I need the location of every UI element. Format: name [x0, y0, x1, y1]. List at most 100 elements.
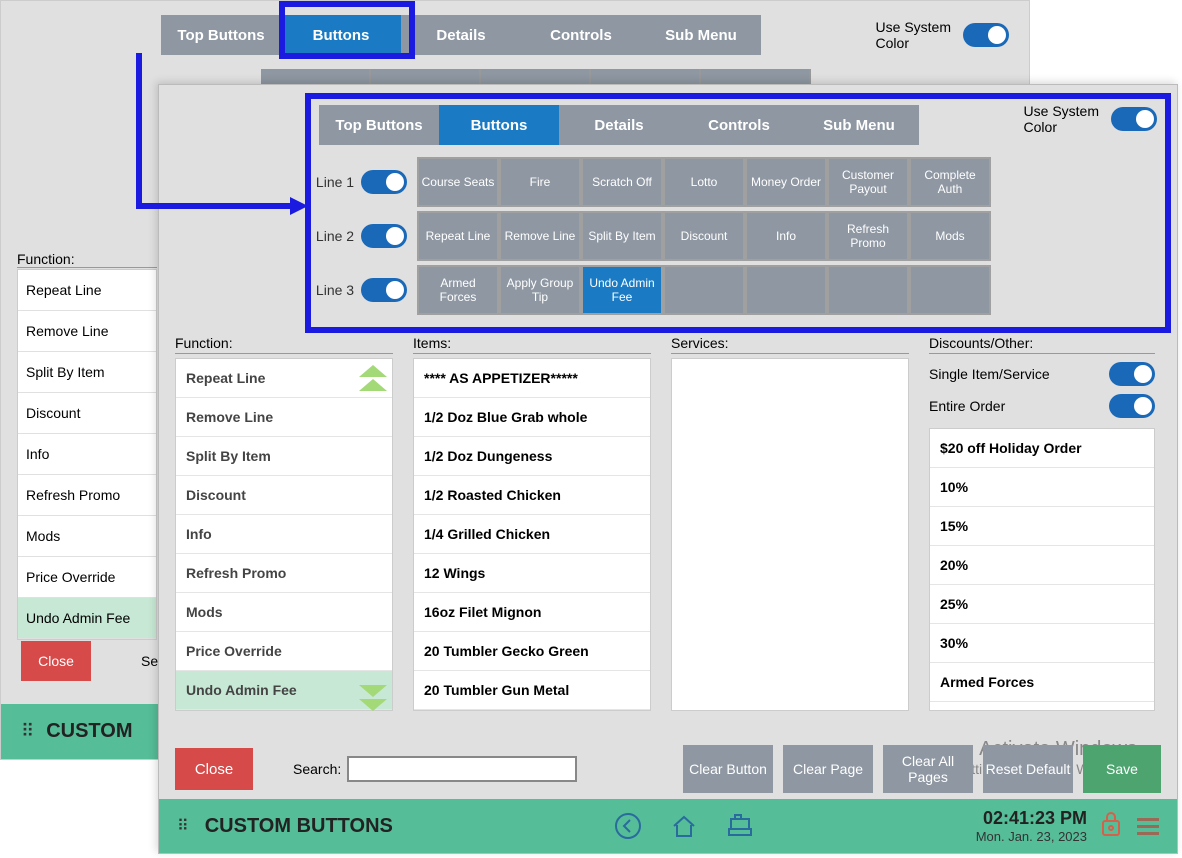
list-item[interactable]: 15% [930, 507, 1154, 546]
home-icon[interactable] [667, 809, 701, 843]
list-item[interactable]: Info [176, 515, 392, 554]
use-system-color-label: Use System Color [876, 19, 951, 51]
grid-button[interactable]: Armed Forces [417, 265, 499, 315]
grid-button[interactable]: Scratch Off [581, 157, 663, 207]
tab-controls[interactable]: Controls [521, 15, 641, 55]
register-icon[interactable] [723, 809, 757, 843]
use-system-color-toggle[interactable] [1111, 107, 1157, 131]
grid-button[interactable]: Complete Auth [909, 157, 991, 207]
back-icon[interactable] [611, 809, 645, 843]
grid-button[interactable]: Info [745, 211, 827, 261]
tab-buttons[interactable]: Buttons [439, 105, 559, 145]
list-item[interactable]: Split By Item [176, 437, 392, 476]
tab-details[interactable]: Details [401, 15, 521, 55]
tab-top-buttons[interactable]: Top Buttons [319, 105, 439, 145]
grid-button[interactable]: Split By Item [581, 211, 663, 261]
grid-button[interactable]: Discount [663, 211, 745, 261]
line-label: Line 1 [309, 174, 361, 190]
services-column: Services: [671, 335, 909, 711]
discounts-label: Discounts/Other: [929, 335, 1155, 354]
list-item[interactable]: 1/4 Grilled Chicken [414, 515, 650, 554]
list-item[interactable]: $20 off Holiday Order [930, 429, 1154, 468]
list-item[interactable]: **** AS APPETIZER***** [414, 359, 650, 398]
use-system-color-toggle[interactable] [963, 23, 1009, 47]
list-item[interactable]: 30% [930, 624, 1154, 663]
list-item[interactable]: Mods [176, 593, 392, 632]
grid-button[interactable]: Money Order [745, 157, 827, 207]
tab-sub-menu[interactable]: Sub Menu [641, 15, 761, 55]
grid-icon[interactable]: ⠿ [177, 816, 189, 836]
grid-button[interactable]: Remove Line [499, 211, 581, 261]
list-item[interactable]: 12 Wings [414, 554, 650, 593]
save-button[interactable]: Save [1083, 745, 1161, 793]
list-item[interactable]: Mods [18, 516, 156, 557]
use-system-color-label: Use System Color [1024, 103, 1099, 135]
scroll-down-icon[interactable] [359, 685, 387, 697]
list-item[interactable]: 1/2 Doz Dungeness [414, 437, 650, 476]
back-tabs: Top Buttons Buttons Details Controls Sub… [161, 15, 761, 55]
list-item[interactable]: Info [18, 434, 156, 475]
discounts-column: Discounts/Other: Single Item/Service Ent… [929, 335, 1155, 711]
reset-default-button[interactable]: Reset Default [983, 745, 1073, 793]
list-item[interactable]: 25% [930, 585, 1154, 624]
menu-icon[interactable] [1137, 818, 1159, 835]
tab-sub-menu[interactable]: Sub Menu [799, 105, 919, 145]
list-item[interactable]: 20 Tumbler Gun Metal [414, 671, 650, 710]
list-item[interactable]: Repeat Line [18, 270, 156, 311]
list-item[interactable]: 1/2 Doz Blue Grab whole [414, 398, 650, 437]
grid-button-empty[interactable] [827, 265, 909, 315]
list-item[interactable]: 20% [930, 546, 1154, 585]
list-item[interactable]: 16oz Filet Mignon [414, 593, 650, 632]
scroll-down-icon[interactable] [359, 699, 387, 711]
grid-button[interactable]: Lotto [663, 157, 745, 207]
list-item[interactable]: Refresh Promo [176, 554, 392, 593]
grid-button-empty[interactable] [663, 265, 745, 315]
tab-top-buttons[interactable]: Top Buttons [161, 15, 281, 55]
line-label: Line 3 [309, 282, 361, 298]
clear-all-pages-button[interactable]: Clear All Pages [883, 745, 973, 793]
line-toggle[interactable] [361, 170, 407, 194]
list-item[interactable]: Discount [176, 476, 392, 515]
list-item[interactable]: 20 Tumbler Gecko Green [414, 632, 650, 671]
items-label: Items: [413, 335, 651, 354]
list-item[interactable]: Split By Item [18, 352, 156, 393]
grid-button[interactable]: Customer Payout [827, 157, 909, 207]
lock-icon[interactable] [1099, 809, 1123, 844]
line-toggle[interactable] [361, 278, 407, 302]
scroll-up-icon[interactable] [359, 365, 387, 377]
grid-button[interactable]: Refresh Promo [827, 211, 909, 261]
single-item-toggle[interactable] [1109, 362, 1155, 386]
list-item[interactable]: Undo Admin Fee [18, 598, 156, 639]
grid-button[interactable]: Course Seats [417, 157, 499, 207]
list-item[interactable]: Price Override [176, 632, 392, 671]
list-item[interactable]: 10% [930, 468, 1154, 507]
grid-button-empty[interactable] [745, 265, 827, 315]
tab-details[interactable]: Details [559, 105, 679, 145]
clear-button[interactable]: Clear Button [683, 745, 773, 793]
page-title: CUSTOM BUTTONS [205, 815, 393, 838]
grid-icon[interactable]: ⠿ [21, 721, 34, 742]
list-item[interactable]: Price Override [18, 557, 156, 598]
list-item[interactable]: Refresh Promo [18, 475, 156, 516]
close-button[interactable]: Close [175, 748, 253, 790]
entire-order-toggle[interactable] [1109, 394, 1155, 418]
clear-page-button[interactable]: Clear Page [783, 745, 873, 793]
grid-button-empty[interactable] [909, 265, 991, 315]
scroll-up-icon[interactable] [359, 379, 387, 391]
grid-button-selected[interactable]: Undo Admin Fee [581, 265, 663, 315]
list-item[interactable]: Remove Line [176, 398, 392, 437]
grid-button[interactable]: Repeat Line [417, 211, 499, 261]
line-toggle[interactable] [361, 224, 407, 248]
function-label: Function: [175, 335, 393, 354]
grid-button[interactable]: Apply Group Tip [499, 265, 581, 315]
list-item[interactable]: Discount [18, 393, 156, 434]
tab-controls[interactable]: Controls [679, 105, 799, 145]
search-input[interactable] [347, 756, 577, 782]
entire-order-label: Entire Order [929, 398, 1005, 414]
list-item[interactable]: Remove Line [18, 311, 156, 352]
grid-button[interactable]: Fire [499, 157, 581, 207]
list-item[interactable]: Armed Forces [930, 663, 1154, 702]
close-button[interactable]: Close [21, 641, 91, 681]
list-item[interactable]: 1/2 Roasted Chicken [414, 476, 650, 515]
grid-button[interactable]: Mods [909, 211, 991, 261]
